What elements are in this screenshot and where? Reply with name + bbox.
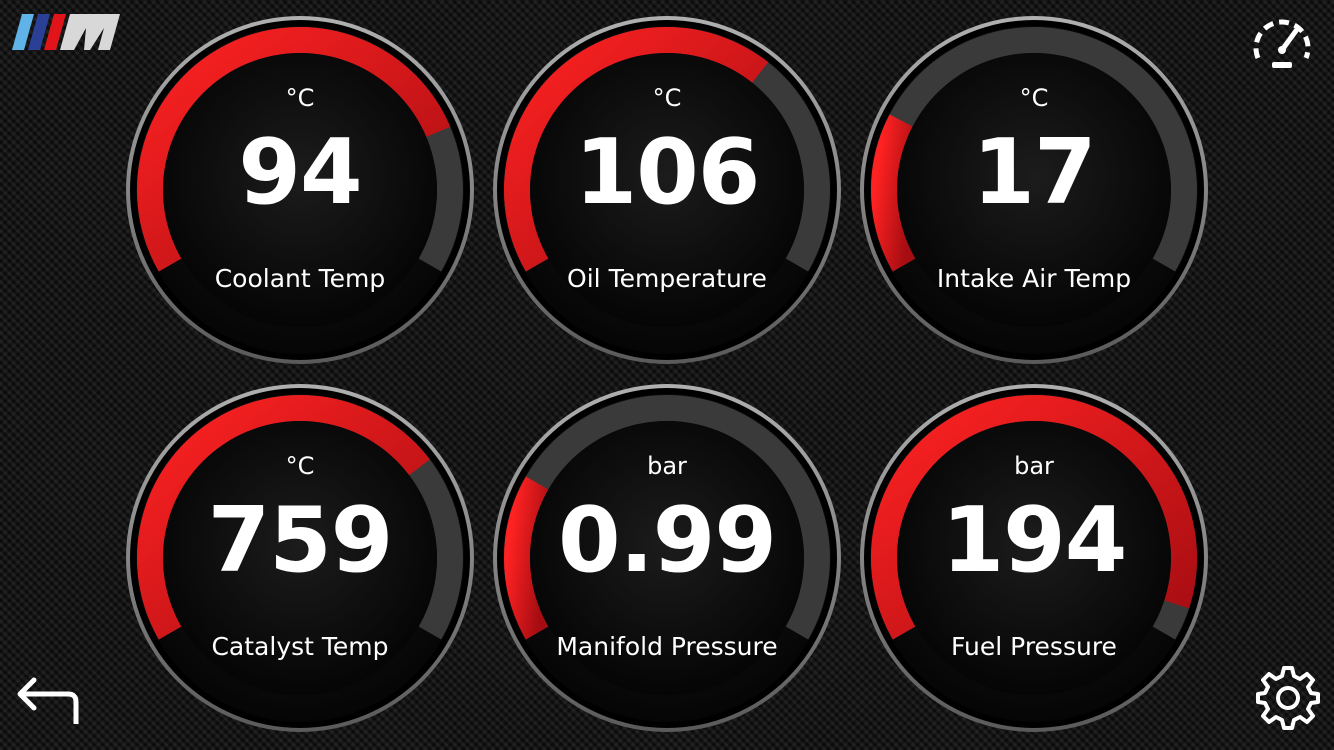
- gauge-unit: °C: [285, 84, 315, 112]
- gauge-unit: °C: [285, 452, 315, 480]
- gear-icon: [1256, 666, 1320, 730]
- gauge-value: 194: [941, 488, 1128, 593]
- gauge-catalyst-temp[interactable]: °C 759 Catalyst Temp: [122, 380, 478, 736]
- back-arrow-icon: [17, 677, 79, 724]
- back-button[interactable]: [10, 668, 82, 740]
- gauge-unit: °C: [652, 84, 682, 112]
- gauge-label: Fuel Pressure: [951, 632, 1117, 661]
- gauge-oil-temperature[interactable]: °C 106 Oil Temperature: [489, 12, 845, 368]
- dashboard-button[interactable]: [1246, 6, 1318, 78]
- gauge-value: 94: [238, 120, 362, 225]
- m-logo-icon: [10, 12, 122, 52]
- gauge-manifold-pressure[interactable]: bar 0.99 Manifold Pressure: [489, 380, 845, 736]
- gauge-value: 106: [574, 120, 761, 225]
- gauge-intake-air-temp[interactable]: °C 17 Intake Air Temp: [856, 12, 1212, 368]
- speedometer-icon: [1253, 19, 1311, 68]
- gauge-label: Catalyst Temp: [211, 632, 389, 661]
- gauge-fuel-pressure[interactable]: bar 194 Fuel Pressure: [856, 380, 1212, 736]
- gauge-coolant-temp[interactable]: °C 94 Coolant Temp: [122, 12, 478, 368]
- gauge-value: 759: [207, 488, 394, 593]
- gauge-label: Intake Air Temp: [936, 264, 1132, 293]
- gauge-label: Coolant Temp: [214, 264, 386, 293]
- gauge-unit: °C: [1019, 84, 1049, 112]
- gauge-unit: bar: [647, 452, 687, 480]
- gauge-unit: bar: [1014, 452, 1054, 480]
- gauge-label: Manifold Pressure: [556, 632, 778, 661]
- gauge-value: 17: [972, 120, 1096, 225]
- gauge-value: 0.99: [557, 488, 777, 593]
- gauge-label: Oil Temperature: [567, 264, 767, 293]
- settings-button[interactable]: [1252, 658, 1324, 730]
